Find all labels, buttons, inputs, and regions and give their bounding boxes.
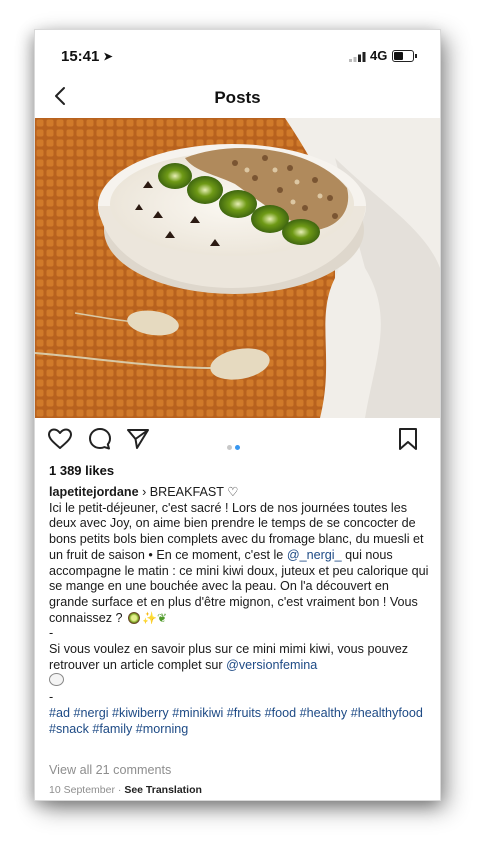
bookmark-icon[interactable] [395,426,421,452]
speech-bubble-emoji-icon [49,673,64,687]
carousel-dot [234,445,240,450]
post-caption: lapetitejordane › BREAKFAST ♡ Ici le pet… [49,485,431,737]
page-title: Posts [214,88,261,107]
likes-count[interactable]: 1 389 likes [49,463,114,478]
phone-screen: 15:41 ➤ 4G Posts 1 389 likes lapetitejor… [35,30,440,800]
sparkles-emoji-icon: ✨ [142,610,157,625]
signal-icon [349,52,366,62]
carousel-indicator [225,437,241,455]
status-bar: 15:41 ➤ 4G [35,30,440,82]
network-label: 4G [370,48,388,63]
comment-icon[interactable] [87,426,113,452]
see-translation-link[interactable]: See Translation [124,784,202,796]
post-actions [35,426,440,456]
post-category: › BREAKFAST ♡ [142,485,239,499]
mention-link[interactable]: @_nergi_ [287,548,342,562]
caption-separator: - [49,690,54,705]
carousel-dot [226,445,232,450]
herb-emoji-icon: ❦ [156,610,168,625]
caption-separator: - [49,626,54,641]
share-icon[interactable] [125,426,151,452]
post-image[interactable] [35,118,440,418]
mention-link[interactable]: @versionfemina [226,658,317,672]
view-comments-link[interactable]: View all 21 comments [49,763,171,777]
battery-icon [392,50,417,62]
post-date: 10 September · See Translation [49,784,202,796]
kiwi-emoji-icon [128,611,141,624]
author-username[interactable]: lapetitejordane [49,485,139,499]
hashtags[interactable]: #ad #nergi #kiwiberry #minikiwi #fruits … [49,706,431,737]
location-arrow-icon: ➤ [103,51,113,63]
status-time: 15:41 ➤ [61,48,113,65]
heart-icon[interactable] [47,426,73,452]
nav-bar: Posts [35,82,440,116]
